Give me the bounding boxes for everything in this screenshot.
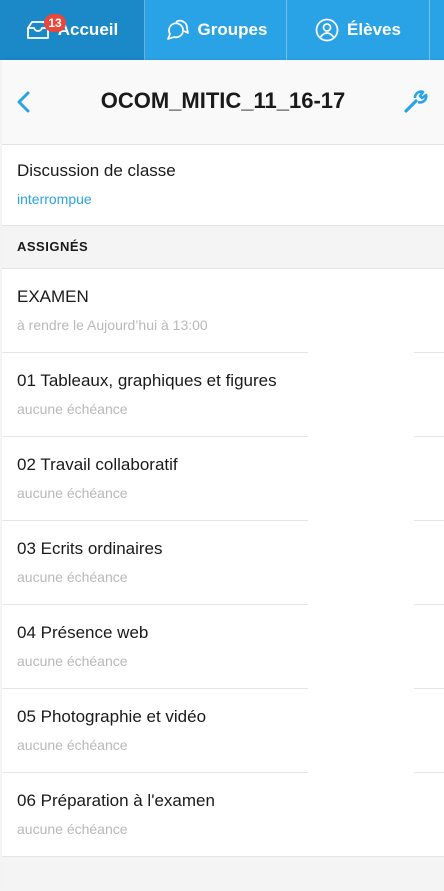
- page-title: OCOM_MITIC_11_16-17: [100, 88, 346, 113]
- notification-badge: 13: [44, 14, 66, 32]
- tab-eleves[interactable]: Élèves: [287, 0, 430, 60]
- wrench-icon: [404, 90, 428, 113]
- assignment-title: 02 Travail collaboratif: [17, 455, 178, 474]
- class-discussion[interactable]: Discussion de classe interrompue: [2, 145, 444, 226]
- chat-bubble-icon: [164, 18, 190, 42]
- chevron-left-icon: [17, 91, 30, 113]
- assignment-due: aucune échéance: [17, 569, 128, 585]
- assignment-title: 06 Préparation à l'examen: [17, 791, 215, 810]
- discussion-status: interrompue: [17, 191, 92, 207]
- settings-button[interactable]: [402, 90, 428, 114]
- assignment-due: aucune échéance: [17, 653, 128, 669]
- assignment-title: 05 Photographie et vidéo: [17, 707, 207, 726]
- user-circle-icon: [315, 18, 339, 42]
- tab-label: Groupes: [197, 20, 268, 39]
- tab-overflow[interactable]: [430, 0, 444, 60]
- assignment-title: EXAMEN: [17, 287, 89, 306]
- assignment-due: aucune échéance: [17, 737, 128, 753]
- assignment-due: à rendre le Aujourd’hui à 13:00: [17, 317, 208, 333]
- assigned-section-header: ASSIGNÉS: [2, 226, 444, 269]
- discussion-title: Discussion de classe: [17, 161, 176, 180]
- assignment-title: 01 Tableaux, graphiques et figures: [17, 371, 277, 390]
- redaction-overlay: [308, 282, 414, 842]
- tab-label: Accueil: [57, 20, 119, 39]
- tab-groupes[interactable]: Groupes: [145, 0, 287, 60]
- assignment-due: aucune échéance: [17, 401, 128, 417]
- back-button[interactable]: [14, 90, 34, 114]
- tab-label: Élèves: [347, 20, 401, 39]
- assignment-title: 03 Ecrits ordinaires: [17, 539, 163, 558]
- assignment-title: 04 Présence web: [17, 623, 149, 642]
- assignment-due: aucune échéance: [17, 485, 128, 501]
- top-tab-bar: 13 Accueil Groupes Élèves: [0, 0, 444, 60]
- panel-header: OCOM_MITIC_11_16-17: [2, 60, 444, 145]
- assignment-due: aucune échéance: [17, 821, 128, 837]
- tab-accueil[interactable]: 13 Accueil: [0, 0, 145, 60]
- section-title: ASSIGNÉS: [17, 239, 89, 254]
- panel-footer: [2, 857, 444, 891]
